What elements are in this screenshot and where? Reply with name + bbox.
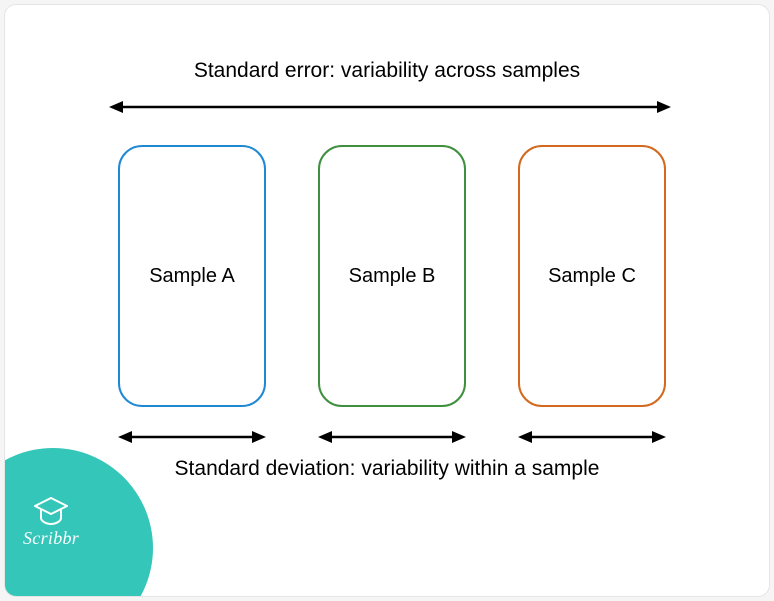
standard-error-label: Standard error: variability across sampl… — [5, 59, 769, 83]
graduation-cap-icon — [33, 496, 69, 526]
sample-b-box: Sample B — [318, 145, 466, 407]
sample-c-box: Sample C — [518, 145, 666, 407]
scribbr-name: Scribbr — [23, 528, 79, 549]
sample-c-label: Sample C — [548, 265, 636, 288]
diagram-canvas: Standard error: variability across sampl… — [5, 5, 769, 596]
scribbr-badge-inner: Scribbr — [23, 496, 79, 549]
double-arrow-sample-c — [518, 429, 666, 445]
diagram-card: Standard error: variability across sampl… — [4, 4, 770, 597]
sample-a-box: Sample A — [118, 145, 266, 407]
double-arrow-sample-a — [118, 429, 266, 445]
double-arrow-top — [109, 99, 671, 115]
double-arrow-sample-b — [318, 429, 466, 445]
sample-b-label: Sample B — [349, 265, 436, 288]
sample-a-label: Sample A — [149, 265, 235, 288]
